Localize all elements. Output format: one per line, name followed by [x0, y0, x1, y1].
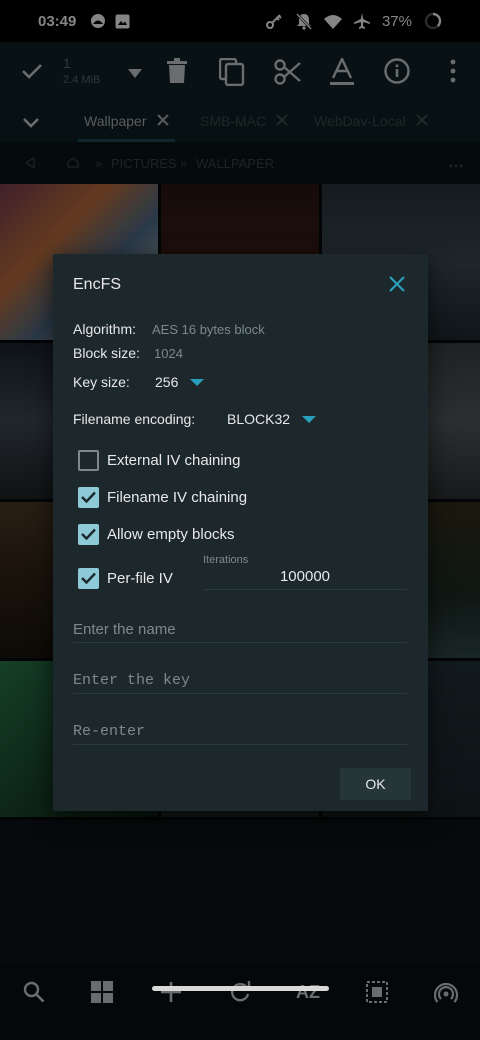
filename-iv-chaining-checkbox[interactable]: Filename IV chaining [78, 485, 247, 509]
checkbox-label: Allow empty blocks [107, 525, 235, 543]
name-input[interactable] [73, 611, 407, 641]
filename-encoding-label: Filename encoding: [73, 411, 196, 427]
iterations-field[interactable]: 100000 [203, 564, 407, 590]
checkbox-checked-icon[interactable] [78, 486, 99, 508]
algorithm-value: AES 16 bytes block [152, 322, 265, 337]
key-size-dropdown[interactable]: 256 [155, 374, 205, 390]
filename-encoding-value: BLOCK32 [227, 411, 291, 427]
reenter-key-input[interactable] [73, 713, 407, 743]
dialog-title: EncFS [73, 276, 122, 293]
checkbox-label: External IV chaining [107, 451, 241, 469]
dropdown-arrow-icon [190, 378, 205, 386]
close-icon[interactable] [389, 276, 405, 297]
key-field[interactable] [73, 662, 407, 694]
name-field[interactable] [73, 611, 407, 643]
per-file-iv-checkbox[interactable]: Per-file IV [78, 566, 173, 590]
encfs-dialog: EncFS Algorithm: AES 16 bytes block Bloc… [53, 254, 428, 811]
checkbox-unchecked-icon[interactable] [78, 449, 99, 471]
block-size-value: 1024 [154, 346, 183, 361]
filename-encoding-dropdown[interactable]: BLOCK32 [227, 411, 317, 427]
checkbox-label: Per-file IV [107, 569, 173, 587]
key-input[interactable] [73, 662, 407, 692]
checkbox-checked-icon[interactable] [78, 523, 99, 545]
key-size-value: 256 [155, 374, 179, 390]
reenter-key-field[interactable] [73, 713, 407, 745]
block-size-label: Block size: [73, 345, 140, 361]
key-size-label: Key size: [73, 374, 130, 390]
checkbox-label: Filename IV chaining [107, 488, 248, 506]
external-iv-chaining-checkbox[interactable]: External IV chaining [78, 448, 240, 472]
dropdown-arrow-icon [302, 415, 317, 423]
home-indicator[interactable] [152, 986, 329, 991]
ok-button[interactable]: OK [340, 768, 411, 800]
algorithm-label: Algorithm: [73, 321, 137, 337]
checkbox-checked-icon[interactable] [78, 567, 99, 589]
allow-empty-blocks-checkbox[interactable]: Allow empty blocks [78, 522, 235, 546]
